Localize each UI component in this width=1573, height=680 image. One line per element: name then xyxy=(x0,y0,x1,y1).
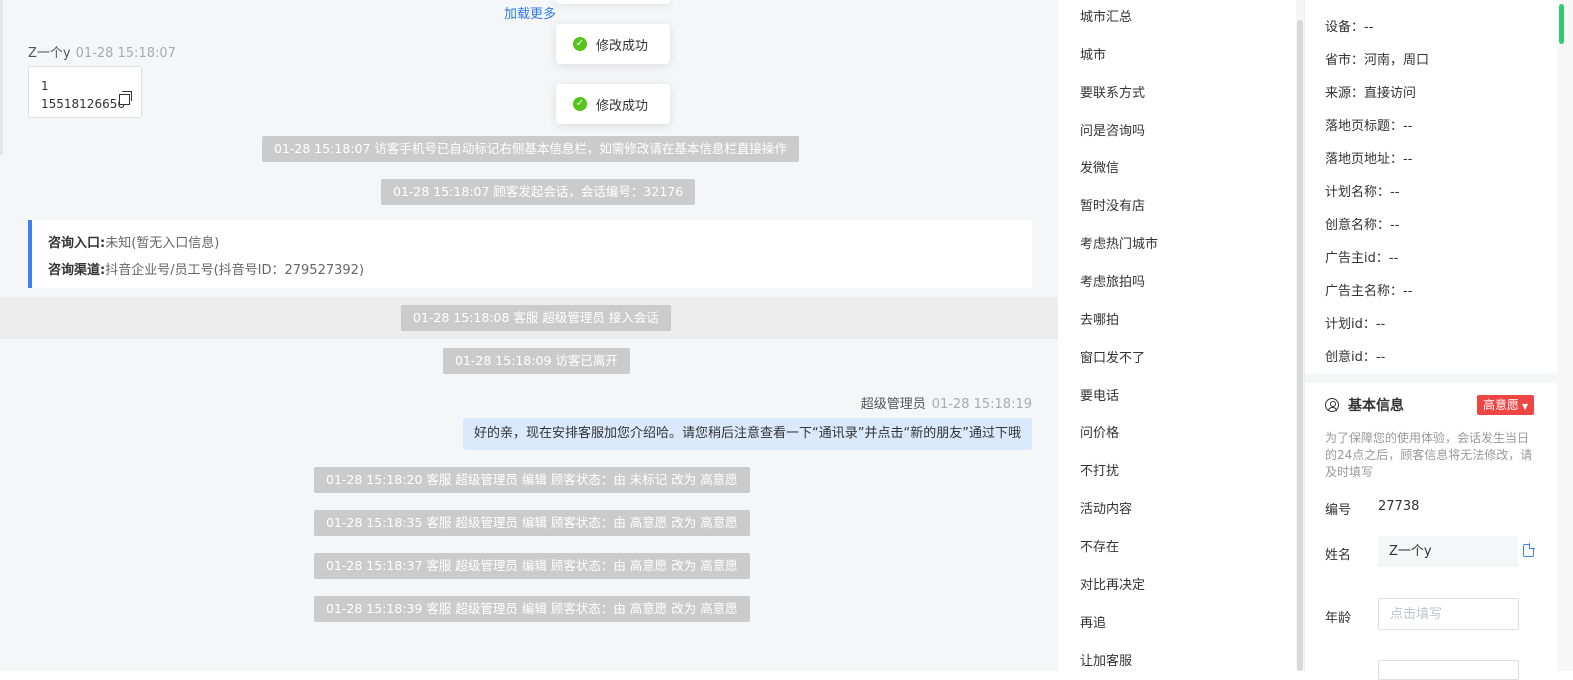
consult-channel-value: 抖音企业号/员工号(抖音号ID：279527392) xyxy=(105,263,365,278)
intent-status-dropdown[interactable]: 高意愿 ▼ xyxy=(1477,395,1535,415)
tag-item[interactable]: 再追 xyxy=(1080,612,1106,631)
source-row-advertiser-id: 广告主id：-- xyxy=(1325,251,1399,266)
customer-info-panel: 设备：-- 省市：河南，周口 来源：直接访问 落地页标题：-- 落地页地址：--… xyxy=(1304,0,1558,680)
edit-log-message: 01-28 15:18:37 客服 超级管理员 编辑 顾客状态：由 高意愿 改为… xyxy=(314,553,750,579)
copy-icon[interactable] xyxy=(119,91,132,105)
chat-panel: 加载更多 ✓ 修改成功 ✓ 修改成功 Z一个y 01-28 15:18:07 1 … xyxy=(0,0,1058,671)
tag-item[interactable]: 发微信 xyxy=(1080,157,1119,176)
agent-message-bubble: 好的亲，现在安排客服加您介绍哈。请您稍后注意查看一下“通讯录”并点击“新的朋友”… xyxy=(463,418,1032,450)
visitor-message-meta: Z一个y 01-28 15:18:07 xyxy=(28,42,176,61)
customer-id-value: 27738 xyxy=(1378,499,1420,514)
user-circle-icon xyxy=(1325,398,1339,412)
source-row-creative-name: 创意名称：-- xyxy=(1325,218,1400,233)
consult-channel-label: 咨询渠道: xyxy=(48,263,106,278)
source-row-province: 省市：河南，周口 xyxy=(1325,53,1430,68)
toast-text: 修改成功 xyxy=(596,38,649,54)
basic-info-header: 基本信息 xyxy=(1325,396,1404,414)
caret-down-icon: ▼ xyxy=(1522,402,1529,411)
system-message: 01-28 15:18:09 访客已离开 xyxy=(443,348,630,374)
tag-item[interactable]: 城市 xyxy=(1080,44,1106,63)
success-check-icon: ✓ xyxy=(573,97,587,111)
success-toast: ✓ 修改成功 xyxy=(556,84,670,124)
tag-item[interactable]: 活动内容 xyxy=(1080,498,1132,517)
quick-tag-list: 城市汇总 城市 要联系方式 问是咨询吗 发微信 暂时没有店 考虑热门城市 考虑旅… xyxy=(1064,0,1304,671)
age-input[interactable] xyxy=(1378,598,1519,630)
toast-partial xyxy=(556,0,670,4)
visitor-message-time: 01-28 15:18:07 xyxy=(75,46,176,61)
tag-item[interactable]: 问价格 xyxy=(1080,422,1119,441)
tag-item[interactable]: 去哪拍 xyxy=(1080,309,1119,328)
consult-entry-row: 咨询入口:未知(暂无入口信息) xyxy=(48,232,219,251)
source-row-device: 设备：-- xyxy=(1325,20,1374,35)
page-scroll-thumb[interactable] xyxy=(1559,4,1564,44)
tag-item[interactable]: 城市汇总 xyxy=(1080,6,1132,25)
success-toast: ✓ 修改成功 xyxy=(556,24,670,64)
source-row-creative-id: 创意id：-- xyxy=(1325,350,1386,365)
age-label: 年龄 xyxy=(1325,611,1352,626)
source-row-landing-url: 落地页地址：-- xyxy=(1325,152,1413,167)
visitor-message-bubble: 1 15518126656 xyxy=(28,66,142,118)
tag-item[interactable]: 对比再决定 xyxy=(1080,574,1145,593)
consult-channel-row: 咨询渠道:抖音企业号/员工号(抖音号ID：279527392) xyxy=(48,259,364,278)
tag-item[interactable]: 窗口发不了 xyxy=(1080,347,1145,366)
consult-entry-value: 未知(暂无入口信息) xyxy=(105,236,220,251)
source-row-origin: 来源：直接访问 xyxy=(1325,86,1417,101)
tag-item[interactable]: 考虑旅拍吗 xyxy=(1080,271,1145,290)
tag-item[interactable]: 要电话 xyxy=(1080,385,1119,404)
customer-id-label: 编号 xyxy=(1325,503,1352,518)
load-more-link[interactable]: 加载更多 xyxy=(504,3,556,22)
edit-log-message: 01-28 15:18:20 客服 超级管理员 编辑 顾客状态：由 未标记 改为… xyxy=(314,467,750,493)
system-message: 01-28 15:18:08 客服 超级管理员 接入会话 xyxy=(401,305,671,331)
name-label: 姓名 xyxy=(1325,548,1352,563)
tag-item[interactable]: 考虑热门城市 xyxy=(1080,233,1158,252)
source-row-plan-name: 计划名称：-- xyxy=(1325,185,1400,200)
section-divider xyxy=(1305,373,1558,383)
panel-edge xyxy=(0,0,3,155)
system-message: 01-28 15:18:07 访客手机号已自动标记右侧基本信息栏，如需修改请在基… xyxy=(262,136,799,162)
agent-message-time: 01-28 15:18:19 xyxy=(931,397,1032,412)
edit-icon[interactable] xyxy=(1523,543,1535,557)
tag-list-scroll-thumb[interactable] xyxy=(1297,20,1303,671)
agent-name: 超级管理员 xyxy=(860,397,926,412)
tag-item[interactable]: 让加客服 xyxy=(1080,650,1132,669)
consult-entry-label: 咨询入口: xyxy=(48,236,106,251)
visitor-name: Z一个y xyxy=(28,46,71,61)
toast-text: 修改成功 xyxy=(596,98,649,114)
tag-item[interactable]: 不打扰 xyxy=(1080,460,1119,479)
source-row-advertiser-name: 广告主名称：-- xyxy=(1325,284,1413,299)
edit-log-message: 01-28 15:18:35 客服 超级管理员 编辑 顾客状态：由 高意愿 改为… xyxy=(314,510,750,536)
source-row-landing-title: 落地页标题：-- xyxy=(1325,119,1413,134)
tag-item[interactable]: 要联系方式 xyxy=(1080,82,1145,101)
page-scrollbar[interactable] xyxy=(1557,0,1573,671)
source-row-plan-id: 计划id：-- xyxy=(1325,317,1386,332)
tag-item[interactable]: 问是咨询吗 xyxy=(1080,120,1145,139)
name-field[interactable]: Z一个y xyxy=(1378,536,1518,567)
system-message: 01-28 15:18:07 顾客发起会话，会话编号：32176 xyxy=(381,179,696,205)
consult-info-card: 咨询入口:未知(暂无入口信息) 咨询渠道:抖音企业号/员工号(抖音号ID：279… xyxy=(28,220,1032,288)
tag-item[interactable]: 不存在 xyxy=(1080,536,1119,555)
success-check-icon: ✓ xyxy=(573,37,587,51)
agent-message-meta: 超级管理员 01-28 15:18:19 xyxy=(861,393,1032,412)
intent-status-label: 高意愿 xyxy=(1483,398,1520,412)
tag-item[interactable]: 暂时没有店 xyxy=(1080,195,1145,214)
basic-info-title: 基本信息 xyxy=(1348,398,1404,414)
edit-deadline-notice: 为了保障您的使用体验，会话发生当日的24点之后，顾客信息将无法修改，请及时填写 xyxy=(1325,431,1533,479)
edit-log-message: 01-28 15:18:39 客服 超级管理员 编辑 顾客状态：由 高意愿 改为… xyxy=(314,596,750,622)
form-field-partial[interactable] xyxy=(1378,660,1519,680)
